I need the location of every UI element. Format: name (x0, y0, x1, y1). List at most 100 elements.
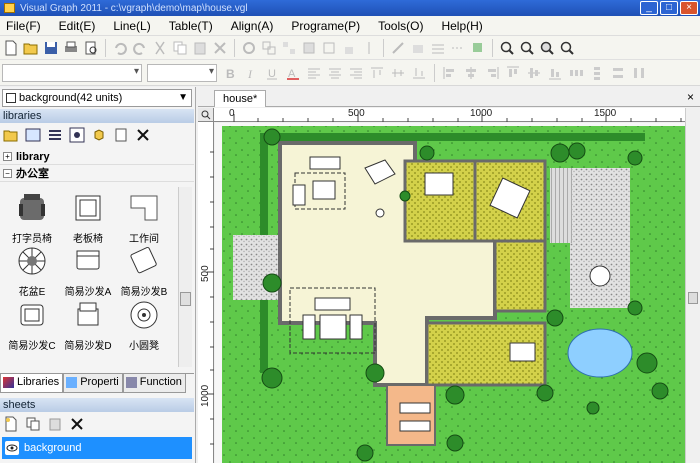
align-bottom-icon[interactable] (411, 65, 427, 81)
italic-icon[interactable]: I (243, 65, 259, 81)
library-3d-icon[interactable] (91, 127, 107, 143)
send-back-icon[interactable] (321, 40, 337, 56)
line-color-icon[interactable] (390, 40, 406, 56)
menu-table[interactable]: Table(T) (169, 19, 221, 33)
copy-sheet-icon[interactable] (25, 416, 41, 432)
tree-office[interactable]: − 办公室 (0, 166, 194, 182)
line-style-icon[interactable] (450, 40, 466, 56)
canvas-scroll-thumb[interactable] (688, 292, 698, 304)
menu-tools[interactable]: Tools(O) (378, 19, 431, 33)
new-sheet-icon[interactable] (3, 416, 19, 432)
flip-icon[interactable] (361, 40, 377, 56)
lib-item-round-stool[interactable]: 小圆凳 (114, 299, 174, 352)
undo-icon[interactable] (112, 40, 128, 56)
eye-icon[interactable] (5, 441, 19, 455)
close-button[interactable]: × (680, 1, 698, 15)
menu-programe[interactable]: Programe(P) (291, 19, 368, 33)
save-icon[interactable] (43, 40, 59, 56)
same-height-icon[interactable] (631, 65, 647, 81)
background-select[interactable]: background(42 units) ▼ (2, 89, 192, 107)
expand-icon[interactable]: + (3, 152, 12, 161)
shadow-icon[interactable] (470, 40, 486, 56)
obj-align-center-icon[interactable] (463, 65, 479, 81)
line-width-icon[interactable] (430, 40, 446, 56)
open-library-icon[interactable] (3, 127, 19, 143)
obj-align-bottom-icon[interactable] (547, 65, 563, 81)
paste-sheet-icon[interactable] (47, 416, 63, 432)
lib-item-boss-chair[interactable]: 老板椅 (58, 192, 118, 245)
align-left-icon[interactable] (306, 65, 322, 81)
library-list-icon[interactable] (47, 127, 63, 143)
lib-item-typist-chair[interactable]: 打字员椅 (2, 192, 62, 245)
font-name-combo[interactable] (2, 63, 142, 82)
print-icon[interactable] (63, 40, 79, 56)
cut-icon[interactable] (152, 40, 168, 56)
drawing-canvas[interactable] (215, 123, 685, 463)
ruler-corner[interactable] (198, 108, 214, 122)
lib-item-flowerpot[interactable]: 花盆E (2, 245, 62, 298)
align-top-icon[interactable] (369, 65, 385, 81)
zoom-page-icon[interactable] (559, 40, 575, 56)
menu-file[interactable]: File(F) (6, 19, 49, 33)
lib-item-sofa-d[interactable]: 简易沙发D (58, 299, 118, 352)
paste-icon[interactable] (192, 40, 208, 56)
menu-align[interactable]: Align(A) (231, 19, 282, 33)
align-center-icon[interactable] (327, 65, 343, 81)
font-size-combo[interactable] (147, 63, 217, 82)
bold-icon[interactable]: B (222, 65, 238, 81)
close-icon[interactable]: × (687, 90, 694, 104)
zoom-out-icon[interactable] (519, 40, 535, 56)
tab-function[interactable]: Function (122, 374, 186, 393)
sheet-item-background[interactable]: background (2, 437, 192, 459)
bring-front-icon[interactable] (301, 40, 317, 56)
canvas-scrollbar[interactable] (685, 108, 700, 463)
rotate-icon[interactable] (241, 40, 257, 56)
group-icon[interactable] (261, 40, 277, 56)
lib-item-workstation[interactable]: 工作间 (114, 192, 174, 245)
delete-sheet-icon[interactable] (69, 416, 85, 432)
same-width-icon[interactable] (610, 65, 626, 81)
copy-icon[interactable] (172, 40, 188, 56)
delete-icon[interactable] (212, 40, 228, 56)
library-props-icon[interactable] (113, 127, 129, 143)
zoom-fit-icon[interactable] (539, 40, 555, 56)
lib-item-sofa-b[interactable]: 简易沙发B (114, 245, 174, 298)
font-color-icon[interactable]: A (285, 65, 301, 81)
distribute-v-icon[interactable] (589, 65, 605, 81)
open-folder-icon[interactable] (23, 40, 39, 56)
underline-icon[interactable]: U (264, 65, 280, 81)
obj-align-top-icon[interactable] (505, 65, 521, 81)
align-right-icon[interactable] (348, 65, 364, 81)
scroll-thumb[interactable] (180, 292, 191, 306)
obj-align-left-icon[interactable] (442, 65, 458, 81)
fill-color-icon[interactable] (410, 40, 426, 56)
obj-align-right-icon[interactable] (484, 65, 500, 81)
lib-item-sofa-a[interactable]: 简易沙发A (58, 245, 118, 298)
menu-edit[interactable]: Edit(E) (59, 19, 104, 33)
library-view-icon[interactable] (25, 127, 41, 143)
floor-plan[interactable] (215, 123, 685, 463)
library-scrollbar[interactable] (178, 187, 192, 367)
window-title: Visual Graph 2011 - c:\vgraph\demo\map\h… (20, 2, 248, 14)
align-middle-icon[interactable] (390, 65, 406, 81)
new-file-icon[interactable] (3, 40, 19, 56)
ungroup-icon[interactable] (281, 40, 297, 56)
library-delete-icon[interactable] (135, 127, 151, 143)
minimize-button[interactable]: _ (640, 1, 658, 15)
lock-icon[interactable] (341, 40, 357, 56)
library-tree-icon[interactable] (69, 127, 85, 143)
doc-tab-house[interactable]: house* (214, 90, 267, 107)
tree-library[interactable]: + library (0, 149, 194, 165)
tab-libraries[interactable]: Libraries (0, 374, 64, 393)
lib-item-sofa-c[interactable]: 简易沙发C (2, 299, 62, 352)
redo-icon[interactable] (132, 40, 148, 56)
tab-properties[interactable]: Properti (63, 374, 123, 393)
distribute-h-icon[interactable] (568, 65, 584, 81)
print-preview-icon[interactable] (83, 40, 99, 56)
obj-align-middle-icon[interactable] (526, 65, 542, 81)
maximize-button[interactable]: □ (660, 1, 678, 15)
menu-help[interactable]: Help(H) (441, 19, 490, 33)
menu-line[interactable]: Line(L) (113, 19, 158, 33)
zoom-in-icon[interactable] (499, 40, 515, 56)
collapse-icon[interactable]: − (3, 169, 12, 178)
